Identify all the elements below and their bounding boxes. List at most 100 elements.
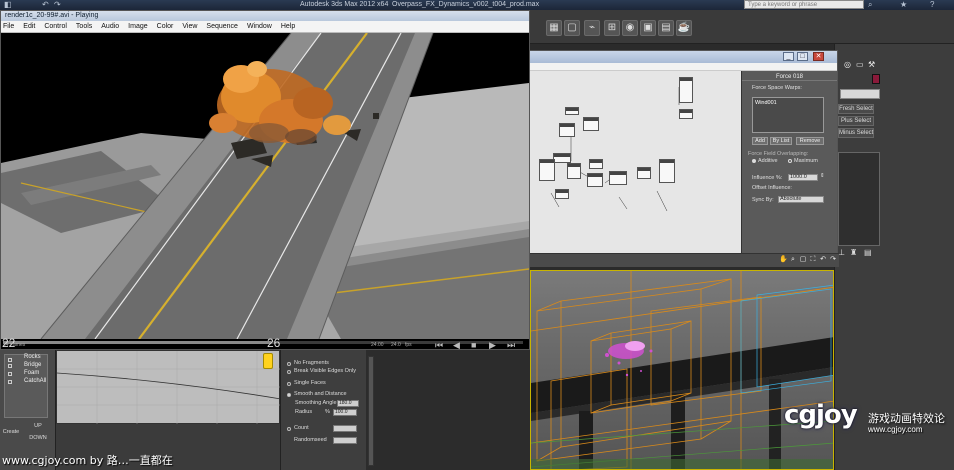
keyframe-marker[interactable]	[263, 353, 273, 369]
zoom-region-icon[interactable]: ▢	[799, 256, 807, 264]
menu-sequence[interactable]: Sequence	[206, 23, 238, 30]
up-button[interactable]: UP	[28, 422, 48, 431]
list-item[interactable]: Foam	[24, 370, 39, 376]
event-node[interactable]	[637, 167, 651, 179]
expand-icon[interactable]	[8, 372, 12, 376]
menu-control[interactable]: Control	[44, 23, 67, 30]
event-node[interactable]	[583, 117, 599, 131]
display-tab-icon[interactable]: ▭	[856, 60, 864, 69]
search-icon[interactable]: ⌕	[868, 0, 872, 10]
close-button[interactable]: ✕	[813, 52, 824, 61]
menu-edit[interactable]: Edit	[23, 23, 35, 30]
smoothing-angle-spinner[interactable]: 180.0	[337, 400, 359, 407]
particle-flow-graph[interactable]	[529, 71, 741, 267]
count-radio[interactable]	[287, 427, 291, 431]
stop-icon[interactable]: ■	[471, 339, 476, 349]
event-node[interactable]	[555, 189, 569, 199]
modifier-list-dropdown[interactable]	[840, 89, 880, 99]
down-button[interactable]: DOWN	[28, 434, 48, 443]
material-editor-icon[interactable]: ◉	[622, 20, 638, 36]
minimize-button[interactable]: _	[783, 52, 794, 61]
go-to-end-icon[interactable]: ⏭	[507, 339, 515, 349]
render-frame-icon[interactable]: ▤	[658, 20, 674, 36]
ram-player-title[interactable]: render1c_20-99#.avi - Playing	[1, 11, 529, 21]
minus-select-button[interactable]: Minus Select	[838, 128, 874, 138]
curve-editor-graph[interactable]	[56, 350, 281, 425]
expand-icon[interactable]	[8, 358, 12, 362]
event-node[interactable]	[589, 159, 603, 169]
count-spinner[interactable]	[333, 425, 357, 432]
list-item[interactable]: Rocks	[24, 354, 41, 360]
menu-image[interactable]: Image	[128, 23, 147, 30]
zoom-extents-icon[interactable]: ⛶	[809, 256, 817, 264]
motion-tab-icon[interactable]: ◎	[844, 60, 851, 69]
menu-window[interactable]: Window	[247, 23, 272, 30]
undo-icon[interactable]: ↶	[42, 0, 49, 10]
radius-spinner[interactable]: 100.0	[333, 409, 357, 416]
event-node[interactable]	[587, 173, 603, 187]
utilities-tab-icon[interactable]: ⚒	[868, 60, 875, 69]
no-fragments-radio[interactable]	[287, 362, 291, 366]
smooth-distance-radio[interactable]	[287, 393, 291, 397]
app-menu-icon[interactable]: ◧	[4, 0, 12, 10]
event-node[interactable]	[679, 77, 693, 103]
pin-stack-icon[interactable]: ⊥	[838, 248, 845, 257]
event-node[interactable]	[565, 107, 579, 115]
add-button[interactable]: Add	[752, 137, 768, 145]
list-item[interactable]: Bridge	[24, 362, 41, 368]
perspective-viewport[interactable]	[530, 270, 834, 470]
by-list-button[interactable]: By List	[770, 137, 792, 145]
remove-button[interactable]: Remove	[796, 137, 824, 145]
event-node[interactable]	[659, 159, 675, 183]
randomseed-spinner[interactable]	[333, 437, 357, 444]
select-object-icon[interactable]: ▦	[546, 20, 562, 36]
star-icon[interactable]: ★	[900, 0, 907, 10]
plus-select-button[interactable]: Plus Select	[838, 116, 874, 126]
force-space-warps-list[interactable]: Wind001	[752, 97, 824, 133]
undo-zoom-icon[interactable]: ↶	[819, 256, 827, 264]
menu-file[interactable]: File	[3, 23, 14, 30]
pan-hand-icon[interactable]: ✋	[779, 256, 788, 264]
go-to-start-icon[interactable]: ⏮	[435, 339, 443, 349]
menu-view[interactable]: View	[182, 23, 197, 30]
render-setup-icon[interactable]: ▣	[640, 20, 656, 36]
maximize-button[interactable]: □	[797, 52, 808, 61]
redo-zoom-icon[interactable]: ↷	[829, 256, 837, 264]
menu-tools[interactable]: Tools	[76, 23, 92, 30]
lock-icon[interactable]: ♜	[850, 248, 857, 257]
menu-audio[interactable]: Audio	[101, 23, 119, 30]
break-visible-edges-radio[interactable]	[287, 370, 291, 374]
event-node[interactable]	[567, 163, 581, 179]
list-item[interactable]: Wind001	[755, 100, 777, 106]
event-node[interactable]	[539, 159, 555, 181]
expand-icon[interactable]	[8, 380, 12, 384]
zoom-icon[interactable]: ⌕	[789, 256, 797, 264]
render-icon[interactable]: ☕	[676, 20, 692, 36]
help-icon[interactable]: ?	[930, 0, 934, 10]
menu-color[interactable]: Color	[157, 23, 174, 30]
single-faces-radio[interactable]	[287, 382, 291, 386]
influence-spinner[interactable]: 1000.0	[788, 174, 818, 181]
sync-by-dropdown[interactable]: Absolute	[778, 196, 824, 203]
list-item[interactable]: CatchAll	[24, 378, 46, 384]
event-node[interactable]	[559, 123, 575, 137]
spinner-arrows-icon[interactable]: ⇕	[820, 173, 825, 179]
additive-radio[interactable]	[752, 159, 756, 163]
fresh-select-button[interactable]: Fresh Select	[838, 104, 874, 114]
redo-icon[interactable]: ↷	[54, 0, 61, 10]
schematic-view-icon[interactable]: ⊞	[604, 20, 620, 36]
event-node[interactable]	[609, 171, 627, 185]
event-node[interactable]	[553, 153, 571, 163]
scrollbar[interactable]	[368, 356, 374, 466]
menu-help[interactable]: Help	[281, 23, 295, 30]
expand-icon[interactable]	[8, 364, 12, 368]
maximum-radio[interactable]	[788, 159, 792, 163]
curve-editor-icon[interactable]: ⌁	[584, 20, 600, 36]
step-back-icon[interactable]: ◀	[453, 339, 460, 349]
configure-icon[interactable]: ▤	[864, 248, 872, 257]
create-button[interactable]: Create	[0, 428, 22, 437]
object-color-swatch[interactable]	[872, 74, 880, 84]
event-node[interactable]	[679, 109, 693, 119]
select-region-icon[interactable]: ▢	[564, 20, 580, 36]
particle-view-titlebar[interactable]: _ □ ✕	[529, 51, 837, 63]
